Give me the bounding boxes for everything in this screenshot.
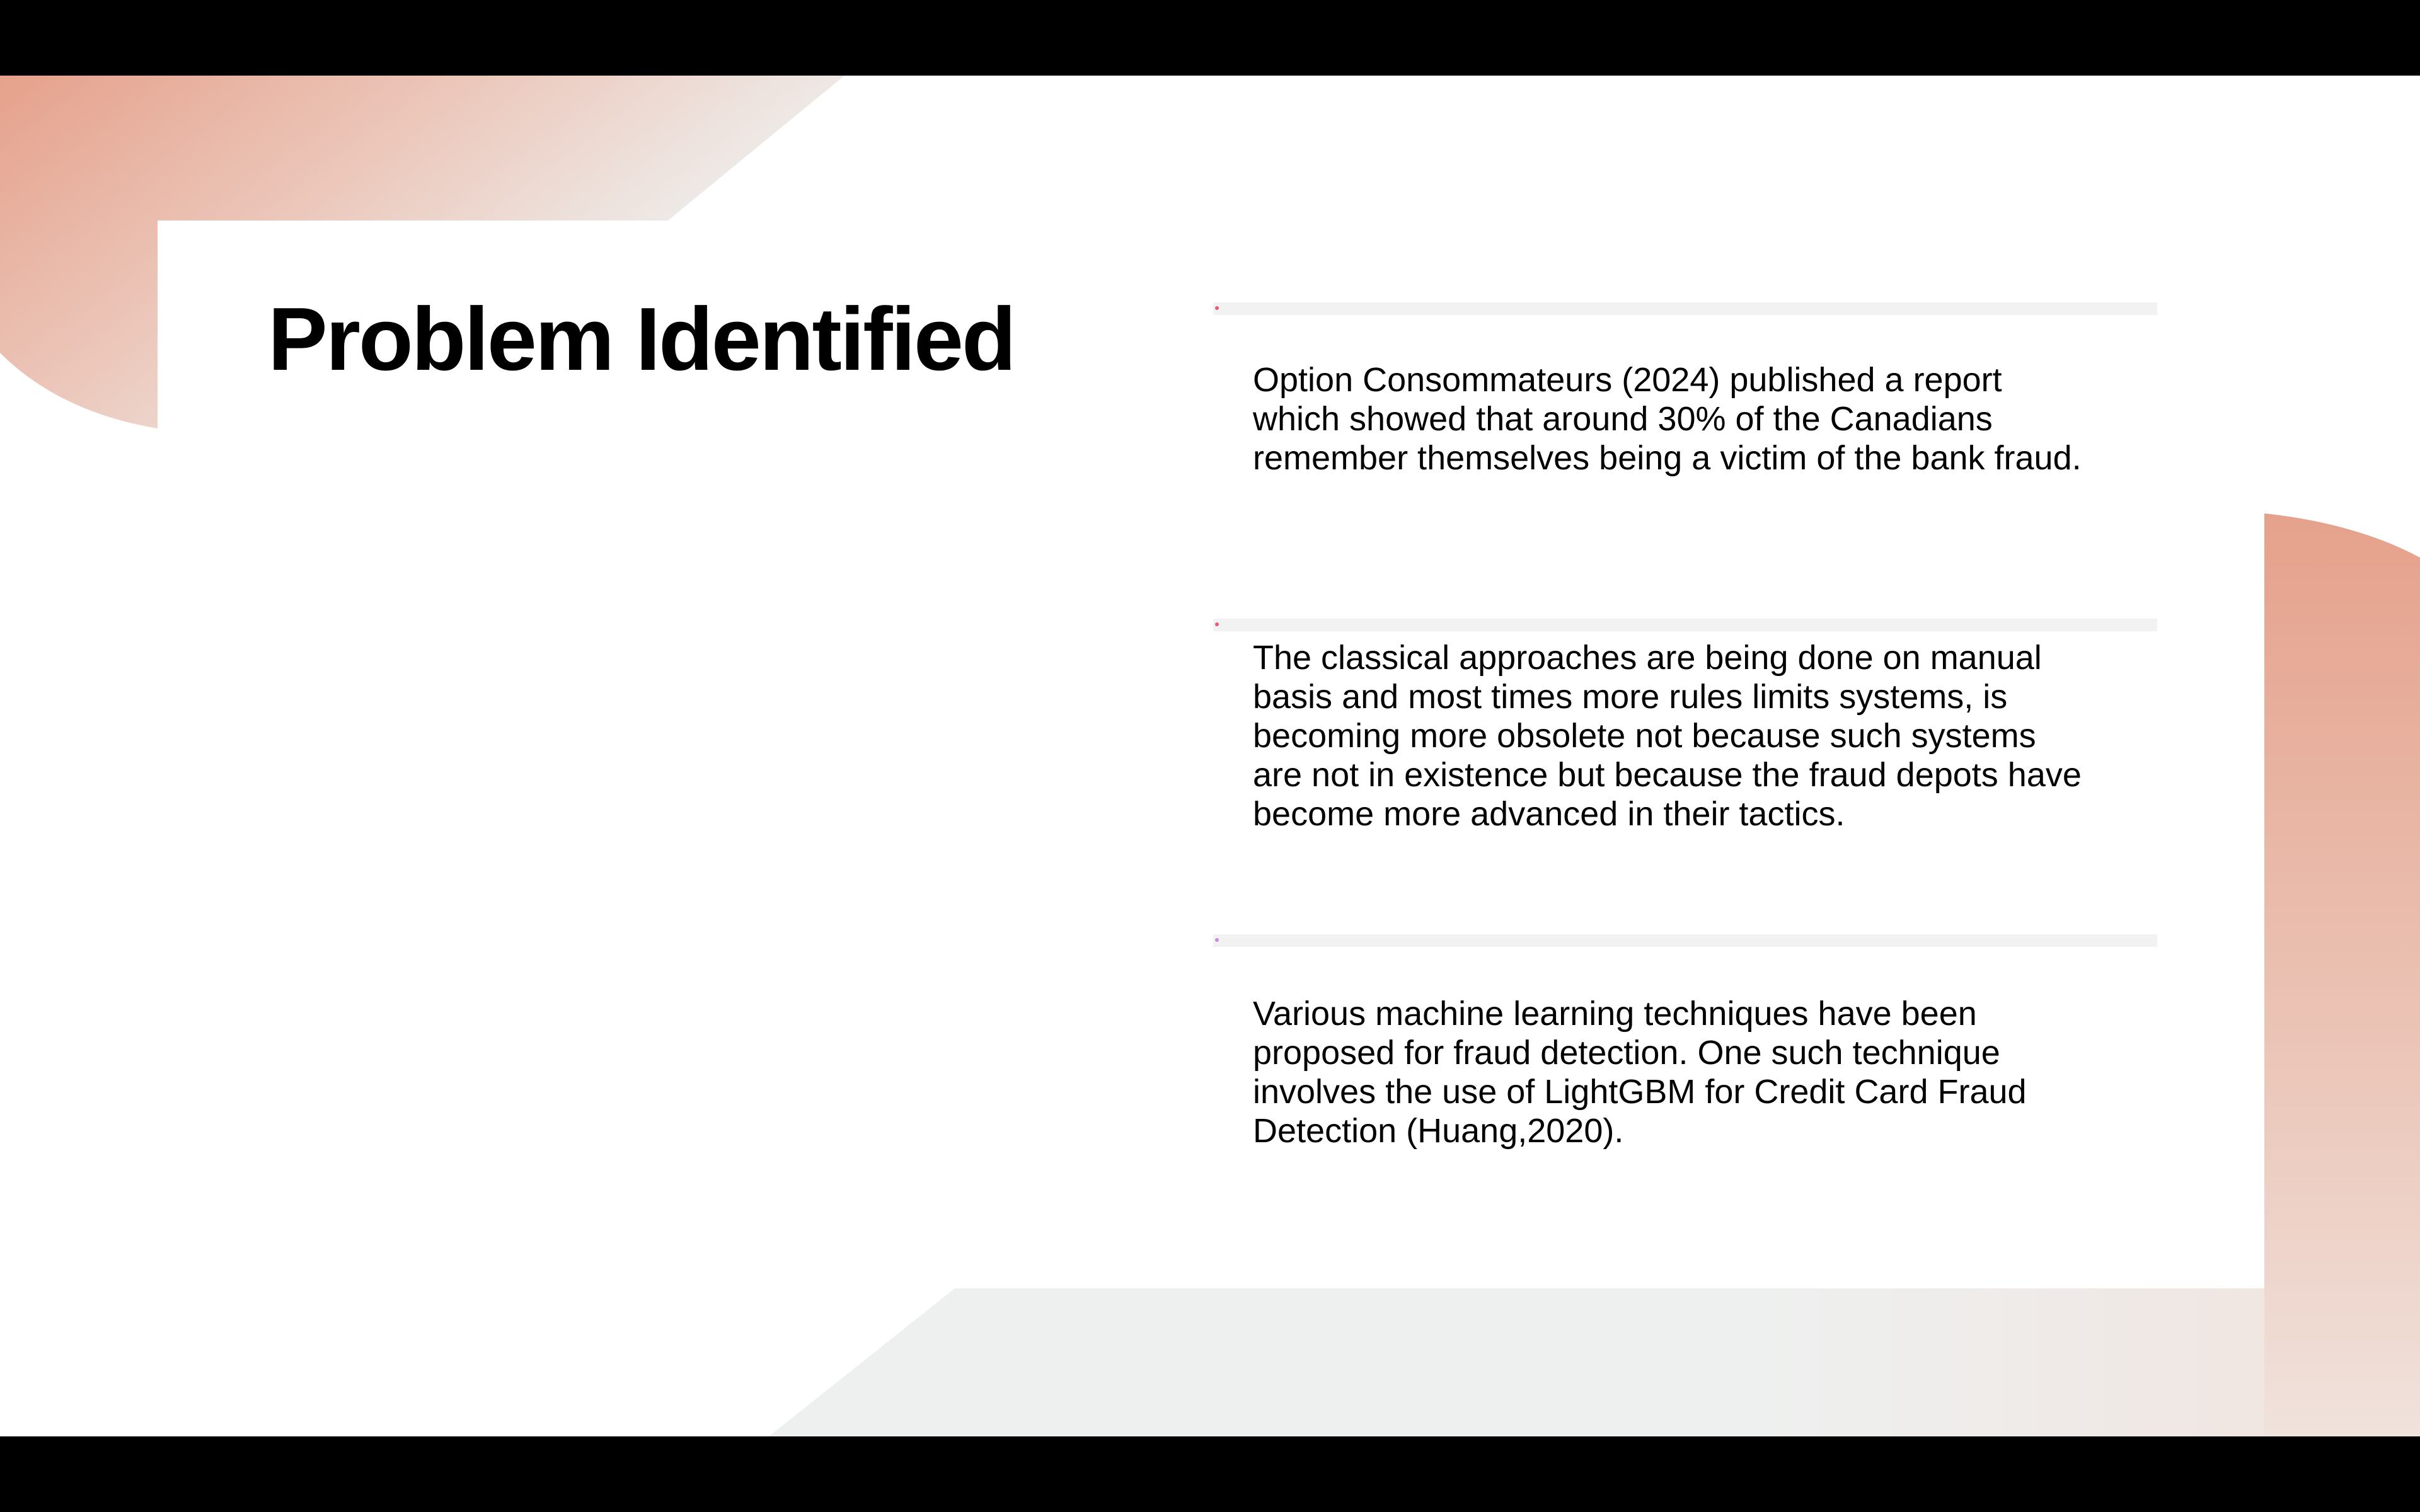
bottom-gradient-shape — [769, 1288, 2420, 1436]
bullet-marker-icon — [1215, 938, 1219, 942]
bullet-marker-icon — [1215, 306, 1219, 310]
right-gradient-shape — [2264, 513, 2420, 1436]
point-divider-2 — [1213, 619, 2157, 631]
point-text-3: Various machine learning techniques have… — [1253, 995, 2027, 1150]
bullet-marker-icon — [1215, 622, 1219, 626]
slide: Problem Identified Option Consommateurs … — [0, 76, 2420, 1436]
point-divider-1 — [1213, 302, 2157, 315]
point-divider-3 — [1213, 934, 2157, 947]
slide-title: Problem Identified — [268, 289, 1017, 389]
presentation-viewer: Problem Identified Option Consommateurs … — [0, 0, 2420, 1512]
point-text-1: Option Consommateurs (2024) published a … — [1253, 361, 2082, 477]
point-text-2: The classical approaches are being done … — [1253, 639, 2082, 833]
